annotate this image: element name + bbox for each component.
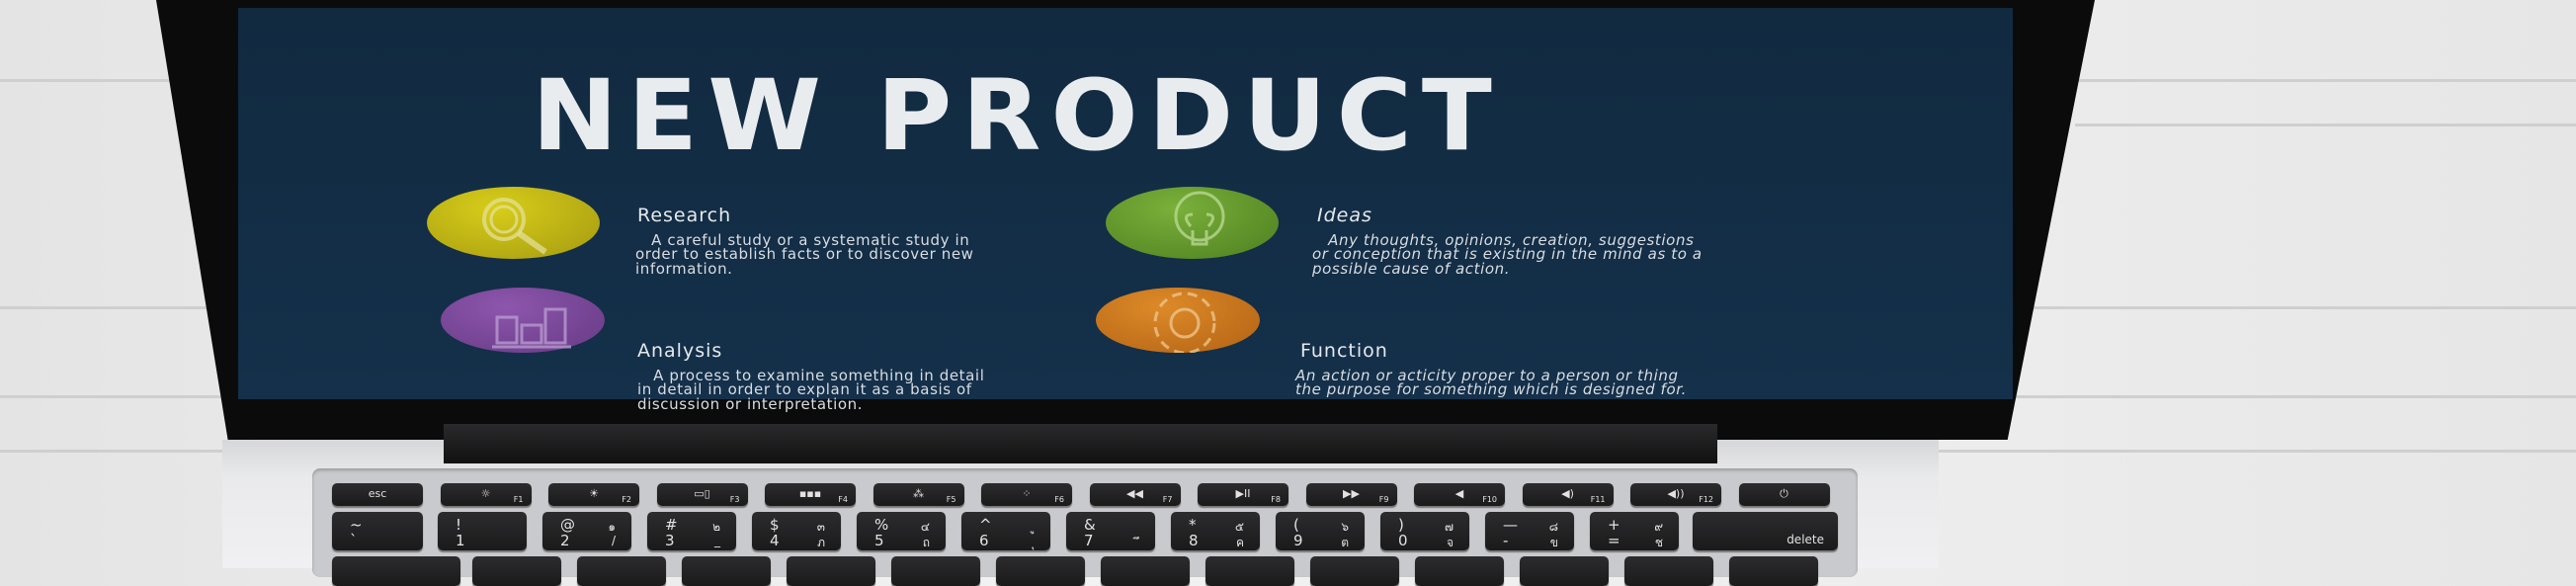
key-thai-bottom-label: จ xyxy=(1446,536,1454,549)
fn-key[interactable]: ⁂ F5 xyxy=(873,483,964,506)
key-sublabel: F8 xyxy=(1271,495,1281,504)
number-key[interactable]: % 5 ๔ถ xyxy=(857,512,946,550)
research-description: A careful study or a systematic study in… xyxy=(635,231,974,278)
letter-key[interactable] xyxy=(577,556,666,586)
letter-key[interactable] xyxy=(1101,556,1190,586)
gear-icon xyxy=(1153,292,1216,353)
key-bottom-label: - xyxy=(1503,532,1509,549)
research-circle xyxy=(427,187,600,259)
key-label: delete xyxy=(1787,533,1824,546)
key-thai-bottom-label: / xyxy=(611,534,616,547)
ideas-description: Any thoughts, opinions, creation, sugges… xyxy=(1312,231,1703,278)
key-thai-bottom-label: ถ xyxy=(922,536,930,549)
fn-key[interactable]: ▶▶ F9 xyxy=(1305,483,1397,506)
key-thai-bottom-label: ต xyxy=(1341,536,1349,549)
wood-plank-seam xyxy=(2075,124,2576,126)
key-sublabel: F5 xyxy=(946,495,956,504)
letter-key[interactable] xyxy=(996,556,1085,586)
letter-key[interactable] xyxy=(1310,556,1399,586)
analysis-heading: Analysis xyxy=(637,340,723,362)
letter-key[interactable] xyxy=(891,556,980,586)
key-sublabel: F4 xyxy=(838,495,848,504)
key-sublabel: F6 xyxy=(1054,495,1064,504)
letter-key[interactable] xyxy=(1729,556,1818,586)
ideas-heading: Ideas xyxy=(1317,205,1372,226)
fn-key[interactable]: ☀ F2 xyxy=(548,483,639,506)
ideas-circle xyxy=(1106,187,1279,259)
key-bottom-label: 4 xyxy=(770,532,780,549)
number-key[interactable]: &7ึ xyxy=(1066,512,1155,550)
fn-key[interactable]: esc xyxy=(332,483,423,506)
key-thai-bottom-label: ค xyxy=(1235,536,1244,549)
letter-key[interactable] xyxy=(332,556,460,586)
key-thai-bottom-label: ข xyxy=(1549,536,1558,549)
key-bottom-label: 6 xyxy=(979,532,989,549)
research-heading: Research xyxy=(637,205,732,226)
number-key[interactable]: ! 1 xyxy=(438,512,527,550)
lightbulb-icon xyxy=(1174,191,1225,246)
bar-chart-icon xyxy=(492,307,571,349)
letter-key[interactable] xyxy=(787,556,875,586)
letter-key[interactable] xyxy=(1520,556,1609,586)
number-key[interactable]: * 8 ๕ค xyxy=(1171,512,1260,550)
number-key[interactable]: ) 0 ๗จ xyxy=(1380,512,1469,550)
key-label: esc xyxy=(368,487,387,500)
key-sublabel: F3 xyxy=(729,495,740,504)
fn-key[interactable]: ◀)) F12 xyxy=(1630,483,1721,506)
key-thai-bottom-label: ภ xyxy=(817,536,825,549)
number-key[interactable]: ^6ูุ xyxy=(961,512,1050,550)
fn-key[interactable]: ⏻ xyxy=(1738,483,1830,506)
key-bottom-label: 8 xyxy=(1189,532,1199,549)
letter-key[interactable] xyxy=(472,556,561,586)
key-sublabel: F11 xyxy=(1590,495,1606,504)
key-sublabel: F1 xyxy=(513,495,524,504)
letter-key[interactable] xyxy=(1205,556,1294,586)
fn-key[interactable]: ▶II F8 xyxy=(1198,483,1288,506)
letter-key[interactable] xyxy=(1415,556,1504,586)
fn-key[interactable]: ☼ F1 xyxy=(440,483,532,506)
analysis-circle xyxy=(441,288,605,353)
number-key[interactable]: + = ๙ช xyxy=(1590,512,1679,550)
fn-key[interactable]: ▭▯ F3 xyxy=(656,483,748,506)
key-sublabel: F2 xyxy=(622,495,631,504)
slide-title: NEW PRODUCT xyxy=(532,58,1502,173)
key-bottom-label: 2 xyxy=(560,532,570,549)
delete-key[interactable]: delete xyxy=(1693,512,1838,550)
key-bottom-label: 0 xyxy=(1398,532,1408,549)
fn-key[interactable]: ▪▪▪ F4 xyxy=(765,483,856,506)
key-sublabel: F12 xyxy=(1699,495,1713,504)
key-bottom-label: 7 xyxy=(1084,532,1094,549)
key-sublabel: F9 xyxy=(1378,495,1389,504)
laptop-screen: NEW PRODUCT Research A careful study or … xyxy=(238,8,2013,411)
letter-key[interactable] xyxy=(1624,556,1713,586)
key-bottom-label: = xyxy=(1608,532,1620,549)
function-description: An action or acticity proper to a person… xyxy=(1295,367,1687,399)
key-label: ⏻ xyxy=(1780,487,1788,500)
key-bottom-label: ` xyxy=(350,532,358,549)
laptop-hinge xyxy=(444,424,1717,463)
function-heading: Function xyxy=(1300,340,1388,362)
fn-key[interactable]: ◀) F11 xyxy=(1522,483,1614,506)
number-key[interactable]: — -๘ข xyxy=(1485,512,1574,550)
fn-key[interactable]: ⁘ F6 xyxy=(981,483,1072,506)
key-thai-bottom-label: _ xyxy=(714,534,720,547)
key-bottom-label: 3 xyxy=(665,532,675,549)
letter-key[interactable] xyxy=(682,556,771,586)
key-bottom-label: 5 xyxy=(874,532,884,549)
magnifier-icon xyxy=(482,198,547,255)
fn-key[interactable]: ◀ F10 xyxy=(1414,483,1505,506)
analysis-description: A process to examine something in detail… xyxy=(637,367,985,413)
key-thai-bottom-label: ช xyxy=(1654,536,1663,549)
number-key[interactable]: #3 ๒ _ xyxy=(647,512,736,550)
number-key[interactable]: @2 ๑/ xyxy=(542,512,631,550)
key-sublabel: F7 xyxy=(1162,495,1173,504)
key-bottom-label: 9 xyxy=(1293,532,1303,549)
number-key[interactable]: (9 ๖ต xyxy=(1276,512,1365,550)
key-sublabel: F10 xyxy=(1482,495,1497,504)
key-bottom-label: 1 xyxy=(456,532,465,549)
fn-key[interactable]: ◀◀ F7 xyxy=(1089,483,1181,506)
number-key[interactable]: $4 ๓ภ xyxy=(752,512,841,550)
function-circle xyxy=(1096,288,1260,353)
number-key[interactable]: ~ ` xyxy=(332,512,423,550)
